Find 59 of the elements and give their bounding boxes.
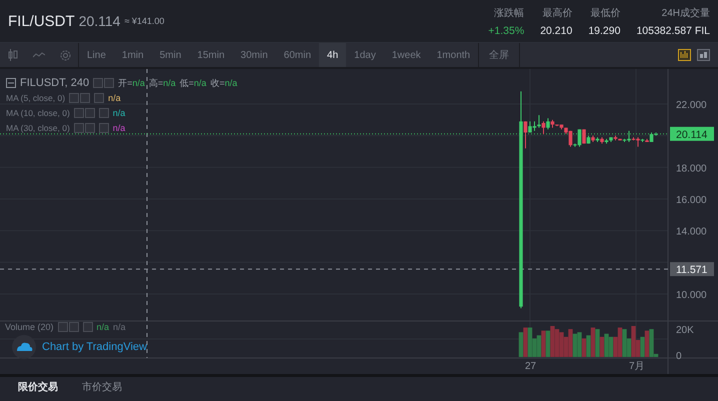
indicator-value: n/a <box>96 322 110 332</box>
volume-tick: 20K <box>676 325 694 336</box>
interval-tab[interactable]: 4h <box>319 43 346 67</box>
price-tick: 22.000 <box>676 100 707 111</box>
stat-label: 最低价 <box>590 6 620 20</box>
indicator-label: Volume (20) <box>5 322 54 332</box>
ohlc-value: n/a <box>194 78 206 88</box>
volume-tick: 0 <box>676 351 682 362</box>
interval-tab[interactable]: 15min <box>189 43 233 67</box>
price-tick: 10.000 <box>676 290 707 301</box>
ohlc-label: 高= <box>148 76 164 90</box>
indicator-label: MA (10, close, 0) <box>6 108 70 118</box>
ohlc-label: 低= <box>180 76 194 90</box>
fullscreen-button[interactable]: 全屏 <box>479 43 520 67</box>
time-tick: 27 <box>525 361 536 372</box>
order-tab[interactable]: 市价交易 <box>82 381 122 395</box>
stat-value: 19.290 <box>588 24 620 36</box>
collapse-icon[interactable] <box>6 78 16 88</box>
price-tick: 16.000 <box>676 194 707 206</box>
indicator-label: MA (30, close, 0) <box>6 123 70 133</box>
crosshair-price-label: 11.571 <box>670 262 714 276</box>
last-price: 20.114 <box>78 13 120 29</box>
stat-value: 105382.587 FIL <box>636 24 710 36</box>
price-tick: 14.000 <box>676 226 707 238</box>
interval-tab[interactable]: 1month <box>428 43 478 67</box>
pair-title: FIL/USDT <box>8 12 75 30</box>
line-chart-icon[interactable] <box>33 52 45 58</box>
stat-label: 24H成交量 <box>662 6 710 20</box>
time-tick: 7月 <box>629 361 645 372</box>
indicator-label: MA (5, close, 0) <box>6 93 66 103</box>
order-tab[interactable]: 限价交易 <box>18 381 58 395</box>
stat-label: 涨跌幅 <box>494 6 524 20</box>
candlestick-icon[interactable] <box>8 49 18 61</box>
attribution-text: Chart by TradingView <box>42 341 147 353</box>
bar-chart-icon[interactable] <box>678 49 691 61</box>
stat-value: +1.35% <box>488 24 524 36</box>
indicator-value: n/a <box>112 108 126 118</box>
interval-tab[interactable]: 1day <box>346 43 384 67</box>
ohlc-value: n/a <box>132 78 145 88</box>
indicator-value: n/a <box>113 322 126 332</box>
interval-tab[interactable]: 60min <box>276 43 320 67</box>
interval-tab[interactable]: 30min <box>232 43 276 67</box>
interval-tab[interactable]: 5min <box>152 43 190 67</box>
stat-label: 最高价 <box>542 6 572 20</box>
price-tick: 18.000 <box>676 163 707 174</box>
stat-value: 20.210 <box>540 24 572 36</box>
indicator-value: n/a <box>112 123 126 133</box>
ohlc-value: n/a <box>163 78 176 88</box>
indicator-value: n/a <box>108 93 121 103</box>
ohlc-label: 收= <box>210 76 225 90</box>
series-title: FILUSDT, 240 <box>20 77 90 89</box>
approx-price: ≈ ¥141.00 <box>124 16 164 26</box>
interval-tab[interactable]: 1min <box>114 43 152 67</box>
chart-window-icon[interactable] <box>697 49 710 61</box>
interval-tab[interactable]: Line <box>79 43 114 67</box>
ohlc-value: n/a <box>224 78 238 88</box>
interval-tab[interactable]: 1week <box>384 43 429 67</box>
last-price-label: 20.114 <box>670 126 714 141</box>
ohlc-label: 开= <box>118 76 132 90</box>
